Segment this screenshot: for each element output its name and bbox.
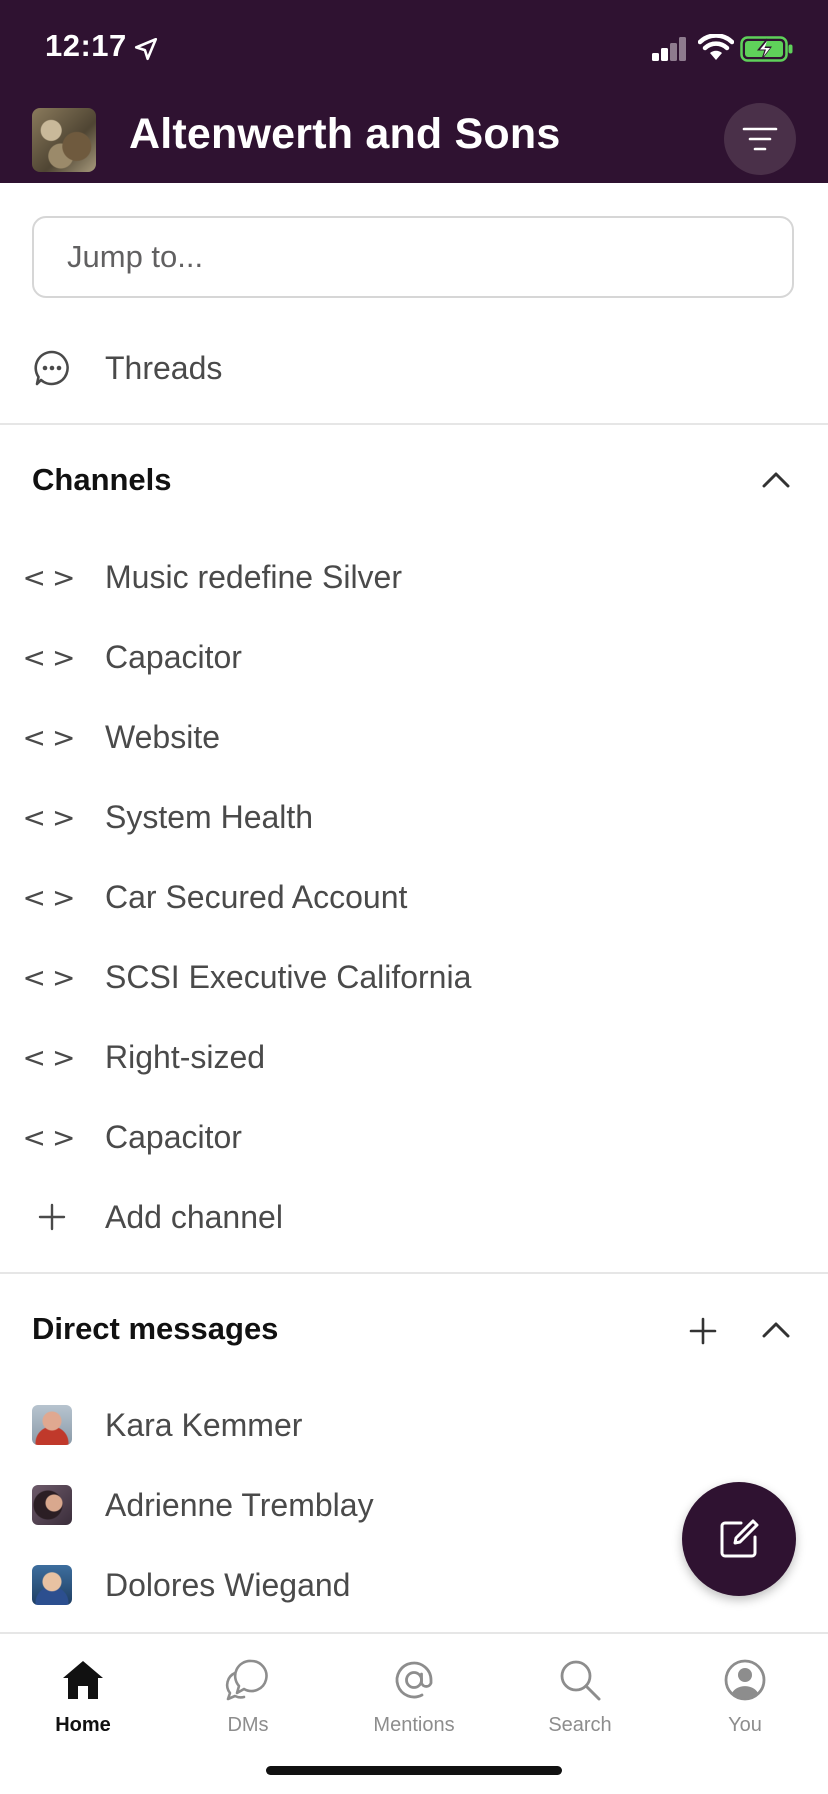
home-icon	[63, 1661, 103, 1699]
add-channel-label: Add channel	[105, 1198, 283, 1235]
threads-label: Threads	[105, 349, 223, 386]
channel-item[interactable]: <> Music redefine Silver	[0, 537, 828, 617]
search-icon	[560, 1660, 601, 1701]
cellular-signal-icon	[652, 37, 686, 61]
channel-item[interactable]: <> Capacitor	[0, 1097, 828, 1177]
channel-code-icon: <>	[22, 720, 82, 754]
channel-label: Car Secured Account	[105, 878, 408, 915]
collapse-channels-chevron-up-icon[interactable]	[762, 470, 790, 488]
channel-code-icon: <>	[22, 1040, 82, 1074]
channel-code-icon: <>	[22, 880, 82, 914]
jump-to-input[interactable]: Jump to...	[32, 216, 794, 298]
channel-code-icon: <>	[22, 640, 82, 674]
dm-item[interactable]: Kara Kemmer	[0, 1385, 828, 1465]
battery-charging-icon	[740, 36, 793, 62]
mentions-icon	[395, 1661, 433, 1699]
tab-home[interactable]: Home	[0, 1652, 166, 1737]
dm-label: Kara Kemmer	[105, 1406, 303, 1443]
channel-code-icon: <>	[22, 1120, 82, 1154]
channel-label: Capacitor	[105, 638, 242, 675]
channel-item[interactable]: <> SCSI Executive California	[0, 937, 828, 1017]
channel-label: Right-sized	[105, 1038, 266, 1075]
dms-icon	[225, 1659, 268, 1701]
direct-messages-section-title[interactable]: Direct messages	[32, 1311, 278, 1347]
wifi-icon	[698, 34, 734, 60]
filter-icon	[742, 127, 778, 151]
status-time: 12:17	[45, 28, 127, 63]
home-indicator	[266, 1766, 562, 1775]
divider	[0, 423, 828, 425]
tab-label: You	[728, 1714, 762, 1736]
channel-item[interactable]: <> Right-sized	[0, 1017, 828, 1097]
channel-label: Capacitor	[105, 1118, 242, 1155]
channel-label: Website	[105, 718, 221, 755]
channel-code-icon: <>	[22, 560, 82, 594]
channel-item[interactable]: <> Car Secured Account	[0, 857, 828, 937]
add-channel-row[interactable]: Add channel	[0, 1177, 828, 1257]
tab-dms[interactable]: DMs	[165, 1652, 331, 1737]
tab-mentions[interactable]: Mentions	[331, 1652, 497, 1737]
channel-label: System Health	[105, 798, 314, 835]
plus-icon	[32, 1197, 72, 1237]
filter-button[interactable]	[724, 103, 796, 175]
jump-to-placeholder: Jump to...	[67, 239, 204, 274]
channel-code-icon: <>	[22, 800, 82, 834]
tab-search[interactable]: Search	[497, 1652, 663, 1737]
tab-label: DMs	[227, 1714, 269, 1736]
tab-label: Search	[548, 1714, 612, 1736]
tab-label: Home	[55, 1714, 111, 1736]
workspace-name[interactable]: Altenwerth and Sons	[129, 110, 560, 159]
channel-code-icon: <>	[22, 960, 82, 994]
channel-item[interactable]: <> Capacitor	[0, 617, 828, 697]
tab-label: Mentions	[373, 1714, 455, 1736]
workspace-avatar[interactable]	[32, 108, 96, 172]
avatar	[32, 1485, 72, 1525]
tab-you[interactable]: You	[662, 1652, 828, 1737]
divider	[0, 1272, 828, 1274]
collapse-dms-chevron-up-icon[interactable]	[762, 1320, 790, 1338]
channel-item[interactable]: <> Website	[0, 697, 828, 777]
avatar	[32, 1405, 72, 1445]
channel-label: SCSI Executive California	[105, 958, 472, 995]
avatar	[32, 1565, 72, 1605]
dm-label: Dolores Wiegand	[105, 1566, 351, 1603]
profile-icon	[724, 1659, 766, 1701]
channel-item[interactable]: <> System Health	[0, 777, 828, 857]
location-arrow-icon	[134, 37, 158, 61]
threads-icon	[32, 348, 72, 388]
add-dm-plus-icon[interactable]	[689, 1317, 717, 1345]
threads-row[interactable]: Threads	[0, 328, 828, 408]
channels-section-title[interactable]: Channels	[32, 462, 172, 498]
channel-label: Music redefine Silver	[105, 558, 402, 595]
dm-label: Adrienne Tremblay	[105, 1486, 374, 1523]
compose-button[interactable]	[682, 1482, 796, 1596]
compose-icon	[720, 1519, 759, 1558]
app-header: 12:17 Altenwerth and Sons	[0, 0, 828, 183]
